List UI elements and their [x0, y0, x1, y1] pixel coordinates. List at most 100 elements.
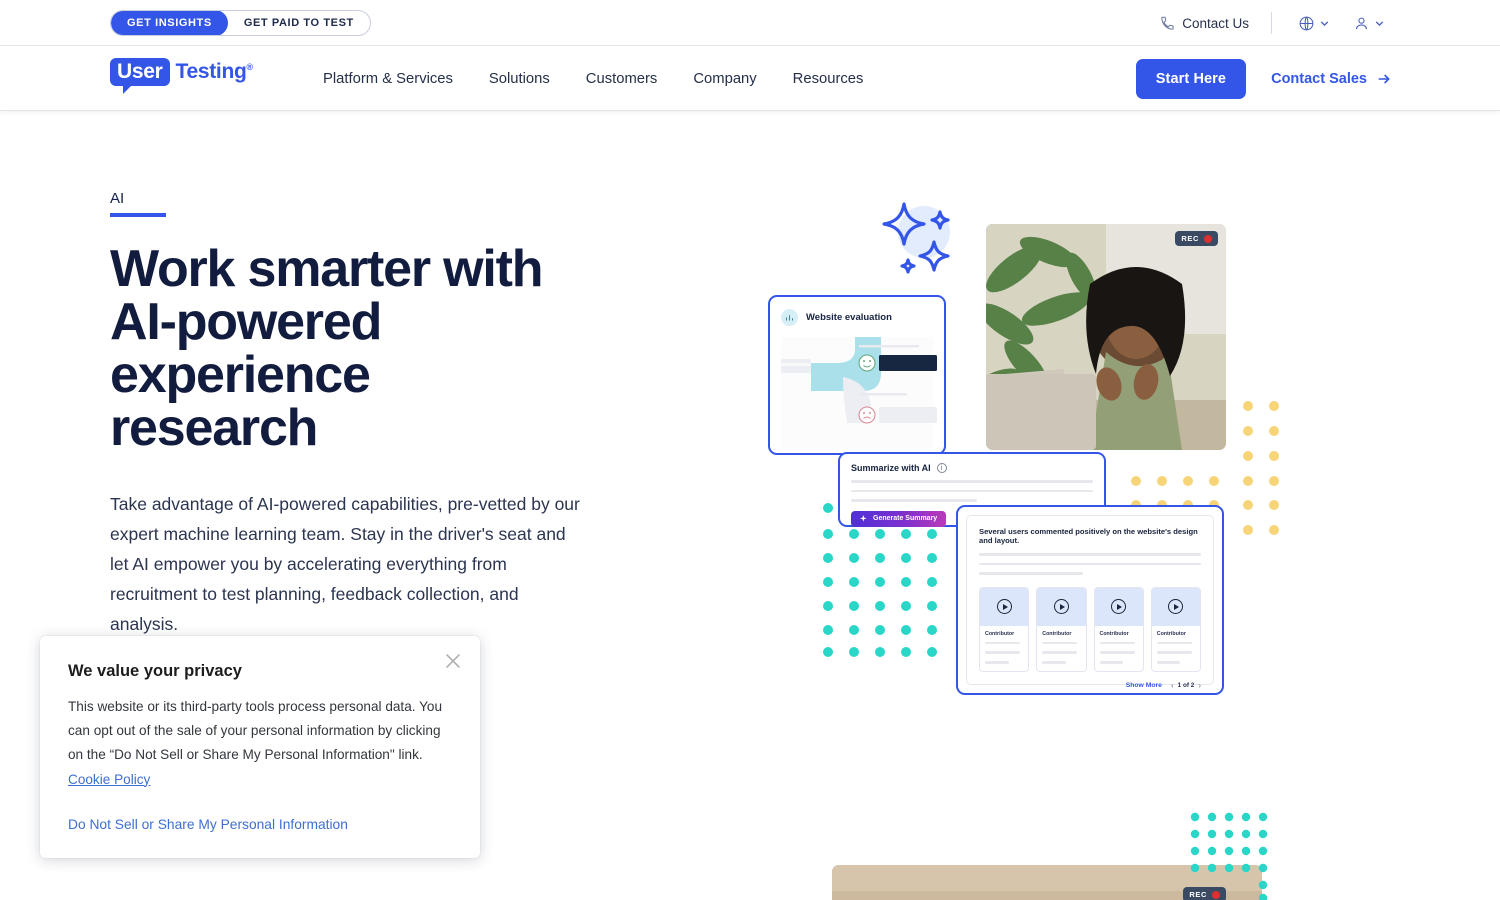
skeleton-line	[985, 641, 1021, 645]
dot-pattern	[1190, 812, 1268, 900]
page-title: Work smarter with AI-powered experience …	[110, 239, 544, 457]
contributor-video-card[interactable]: Contributor	[979, 586, 1030, 672]
skeleton-line	[851, 489, 1093, 493]
arrow-right-icon	[1378, 73, 1390, 84]
summarize-card-title: Summarize with AI	[851, 463, 931, 473]
nav-item-company[interactable]: Company	[693, 71, 756, 87]
skeleton-line	[985, 660, 1009, 664]
skeleton-line	[1042, 660, 1066, 664]
results-headline: Several users commented positively on th…	[979, 527, 1198, 545]
logo-badge-text: User	[110, 58, 170, 94]
contributor-video-grid: Contributor Contributor Contributor Cont…	[979, 586, 1201, 672]
close-icon[interactable]	[442, 650, 464, 672]
globe-icon	[1299, 16, 1314, 30]
logo-word-text: Testing	[175, 60, 247, 83]
skeleton-line	[1099, 660, 1124, 664]
contributor-label: Contributor	[1156, 630, 1186, 637]
nav-links: Platform & Services Solutions Customers …	[323, 46, 863, 111]
hero-copy: AI Work smarter with AI-powered experien…	[110, 190, 610, 639]
generate-summary-button[interactable]: Generate Summary	[851, 510, 947, 527]
nav-item-customers[interactable]: Customers	[586, 71, 658, 87]
main-navigation: User Testing® Platform & Services Soluti…	[0, 46, 1500, 111]
play-icon	[1168, 599, 1184, 615]
play-icon	[996, 599, 1012, 615]
contributor-video-card[interactable]: Contributor	[1150, 586, 1201, 672]
chart-glyph	[786, 315, 793, 321]
contributor-label: Contributor	[1042, 630, 1072, 637]
utility-right-group: Contact Us	[1160, 0, 1390, 46]
contributor-label: Contributor	[1099, 630, 1129, 637]
toggle-get-insights[interactable]: GET INSIGHTS	[111, 11, 228, 35]
utility-divider	[1271, 12, 1272, 34]
utility-bar: GET INSIGHTS GET PAID TO TEST Contact Us	[0, 0, 1500, 46]
logo-trademark: ®	[246, 62, 254, 72]
results-footer: Show More ‹ 1 of 2 ›	[979, 681, 1201, 690]
contact-us-label: Contact Us	[1182, 15, 1249, 31]
start-here-button[interactable]: Start Here	[1135, 58, 1247, 99]
teal-dot-grid-bottom-decor	[1190, 812, 1282, 900]
rec-badge-label: REC	[1181, 234, 1199, 243]
pagination-label: 1 of 2	[1177, 681, 1195, 689]
skeleton-line	[1099, 651, 1135, 654]
skeleton-line	[1042, 651, 1078, 654]
skeleton-line	[1099, 641, 1135, 645]
contributor-label: Contributor	[985, 630, 1015, 637]
nav-item-platform-services[interactable]: Platform & Services	[323, 71, 453, 87]
cookie-banner-title: We value your privacy	[68, 662, 242, 680]
nav-item-solutions[interactable]: Solutions	[489, 71, 550, 87]
skeleton-line	[1042, 641, 1078, 645]
eval-flow-chart	[781, 337, 937, 449]
cookie-policy-link[interactable]: Cookie Policy	[68, 772, 150, 787]
skeleton-line	[1156, 660, 1181, 664]
play-icon	[1053, 599, 1069, 615]
audience-toggle[interactable]: GET INSIGHTS GET PAID TO TEST	[110, 10, 371, 36]
rec-badge-top: REC	[1175, 231, 1218, 246]
page-root: GET INSIGHTS GET PAID TO TEST Contact Us	[0, 0, 1500, 900]
info-icon[interactable]: i	[936, 463, 947, 473]
video-meta: Contributor	[1152, 626, 1200, 671]
toggle-get-paid-to-test[interactable]: GET PAID TO TEST	[228, 11, 370, 35]
contact-sales-link[interactable]: Contact Sales	[1271, 71, 1392, 87]
sparkle-star-icon	[882, 202, 950, 274]
chevron-down-icon	[1320, 20, 1329, 26]
contact-us-link[interactable]: Contact Us	[1160, 16, 1249, 31]
account-menu[interactable]	[1349, 15, 1390, 32]
video-thumbnail[interactable]	[1037, 587, 1086, 626]
hero-eyebrow-wrap: AI	[110, 190, 610, 217]
chart-icon	[781, 309, 798, 326]
pagination-control: ‹ 1 of 2 ›	[1171, 681, 1201, 690]
session-photo-top: REC	[986, 224, 1226, 450]
skeleton-line	[979, 562, 1201, 566]
chevron-right-icon[interactable]: ›	[1198, 681, 1201, 690]
usertesting-logo[interactable]: User Testing®	[110, 58, 254, 94]
cookie-banner-body: This website or its third-party tools pr…	[68, 695, 452, 792]
cookie-body-text: This website or its third-party tools pr…	[68, 699, 443, 763]
nav-actions: Start Here Contact Sales	[1135, 46, 1392, 111]
phone-icon	[1161, 16, 1174, 30]
privacy-cookie-banner: We value your privacy This website or it…	[40, 636, 480, 858]
skeleton-line	[1156, 641, 1192, 645]
skeleton-line	[979, 572, 1084, 575]
skeleton-line	[851, 480, 1093, 483]
video-thumbnail[interactable]	[980, 587, 1029, 626]
contributor-video-card[interactable]: Contributor	[1093, 586, 1144, 672]
show-more-button[interactable]: Show More	[1126, 682, 1162, 689]
nav-item-resources[interactable]: Resources	[793, 71, 864, 87]
language-selector[interactable]	[1294, 15, 1335, 32]
video-thumbnail[interactable]	[1094, 587, 1143, 626]
video-meta: Contributor	[1095, 626, 1143, 671]
summarize-card-header: Summarize with AI i	[851, 463, 1093, 473]
ai-insights-results-card: Several users commented positively on th…	[956, 505, 1224, 695]
logo-wordmark: Testing®	[175, 58, 254, 83]
contributor-video-card[interactable]: Contributor	[1036, 586, 1087, 672]
results-inner-panel: Several users commented positively on th…	[966, 515, 1214, 690]
chevron-down-icon	[1375, 20, 1384, 26]
website-evaluation-card: Website evaluation	[768, 295, 946, 455]
skeleton-line	[851, 499, 977, 502]
chevron-left-icon[interactable]: ‹	[1171, 681, 1174, 690]
do-not-sell-link[interactable]: Do Not Sell or Share My Personal Informa…	[68, 817, 348, 832]
video-thumbnail[interactable]	[1151, 587, 1200, 626]
eval-card-header: Website evaluation	[781, 309, 933, 326]
skeleton-line	[1156, 651, 1192, 654]
hero-eyebrow: AI	[110, 190, 125, 207]
